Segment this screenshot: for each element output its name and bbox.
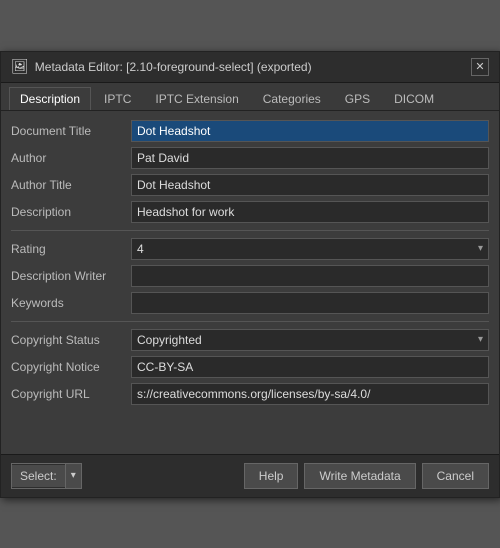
document-title-input[interactable] bbox=[131, 120, 489, 142]
select-dropdown-wrapper: Select: ▾ bbox=[11, 463, 82, 489]
copyright-notice-input[interactable] bbox=[131, 356, 489, 378]
basic-info-section: Document Title Author Author Title Descr… bbox=[11, 119, 489, 224]
author-title-input[interactable] bbox=[131, 174, 489, 196]
rating-select-wrapper: 0 1 2 3 4 5 ▾ bbox=[131, 238, 489, 260]
tab-dicom[interactable]: DICOM bbox=[383, 87, 445, 110]
description-writer-input[interactable] bbox=[131, 265, 489, 287]
select-dropdown-arrow[interactable]: ▾ bbox=[65, 464, 81, 488]
metadata-editor-window: 🖼 Metadata Editor: [2.10-foreground-sele… bbox=[0, 51, 500, 498]
tab-bar: Description IPTC IPTC Extension Categori… bbox=[1, 83, 499, 111]
document-title-label: Document Title bbox=[11, 124, 131, 138]
footer-left: Select: ▾ bbox=[11, 463, 82, 489]
tab-categories[interactable]: Categories bbox=[252, 87, 332, 110]
rating-label: Rating bbox=[11, 242, 131, 256]
app-icon: 🖼 bbox=[11, 58, 29, 75]
close-button[interactable]: ✕ bbox=[471, 58, 489, 76]
copyright-status-select-wrapper: Unknown Copyrighted Public Domain ▾ bbox=[131, 329, 489, 351]
tab-iptc[interactable]: IPTC bbox=[93, 87, 142, 110]
cancel-button[interactable]: Cancel bbox=[422, 463, 489, 489]
description-writer-row: Description Writer bbox=[11, 264, 489, 288]
titlebar-left: 🖼 Metadata Editor: [2.10-foreground-sele… bbox=[11, 58, 312, 75]
author-title-label: Author Title bbox=[11, 178, 131, 192]
tab-iptc-extension[interactable]: IPTC Extension bbox=[144, 87, 249, 110]
author-title-row: Author Title bbox=[11, 173, 489, 197]
select-label-text: Select: bbox=[12, 465, 65, 487]
write-metadata-button[interactable]: Write Metadata bbox=[304, 463, 415, 489]
copyright-status-select[interactable]: Unknown Copyrighted Public Domain bbox=[131, 329, 489, 351]
copyright-section: Copyright Status Unknown Copyrighted Pub… bbox=[11, 328, 489, 406]
tab-description[interactable]: Description bbox=[9, 87, 91, 110]
description-writer-label: Description Writer bbox=[11, 269, 131, 283]
titlebar: 🖼 Metadata Editor: [2.10-foreground-sele… bbox=[1, 52, 499, 83]
copyright-status-row: Copyright Status Unknown Copyrighted Pub… bbox=[11, 328, 489, 352]
document-title-row: Document Title bbox=[11, 119, 489, 143]
keywords-input[interactable] bbox=[131, 292, 489, 314]
copyright-status-label: Copyright Status bbox=[11, 333, 131, 347]
keywords-label: Keywords bbox=[11, 296, 131, 310]
tab-gps[interactable]: GPS bbox=[334, 87, 381, 110]
keywords-row: Keywords bbox=[11, 291, 489, 315]
description-label: Description bbox=[11, 205, 131, 219]
copyright-url-input[interactable] bbox=[131, 383, 489, 405]
footer: Select: ▾ Help Write Metadata Cancel bbox=[1, 454, 499, 497]
rating-row: Rating 0 1 2 3 4 5 ▾ bbox=[11, 237, 489, 261]
author-input[interactable] bbox=[131, 147, 489, 169]
author-label: Author bbox=[11, 151, 131, 165]
content-area: Document Title Author Author Title Descr… bbox=[1, 111, 499, 450]
footer-right: Help Write Metadata Cancel bbox=[244, 463, 489, 489]
window-title: Metadata Editor: [2.10-foreground-select… bbox=[35, 60, 312, 74]
copyright-url-label: Copyright URL bbox=[11, 387, 131, 401]
copyright-url-row: Copyright URL bbox=[11, 382, 489, 406]
spacer bbox=[11, 412, 489, 442]
divider-2 bbox=[11, 321, 489, 322]
divider-1 bbox=[11, 230, 489, 231]
copyright-notice-row: Copyright Notice bbox=[11, 355, 489, 379]
author-row: Author bbox=[11, 146, 489, 170]
description-row: Description bbox=[11, 200, 489, 224]
rating-section: Rating 0 1 2 3 4 5 ▾ Description Writer bbox=[11, 237, 489, 315]
description-input[interactable] bbox=[131, 201, 489, 223]
copyright-notice-label: Copyright Notice bbox=[11, 360, 131, 374]
rating-select[interactable]: 0 1 2 3 4 5 bbox=[131, 238, 489, 260]
help-button[interactable]: Help bbox=[244, 463, 299, 489]
